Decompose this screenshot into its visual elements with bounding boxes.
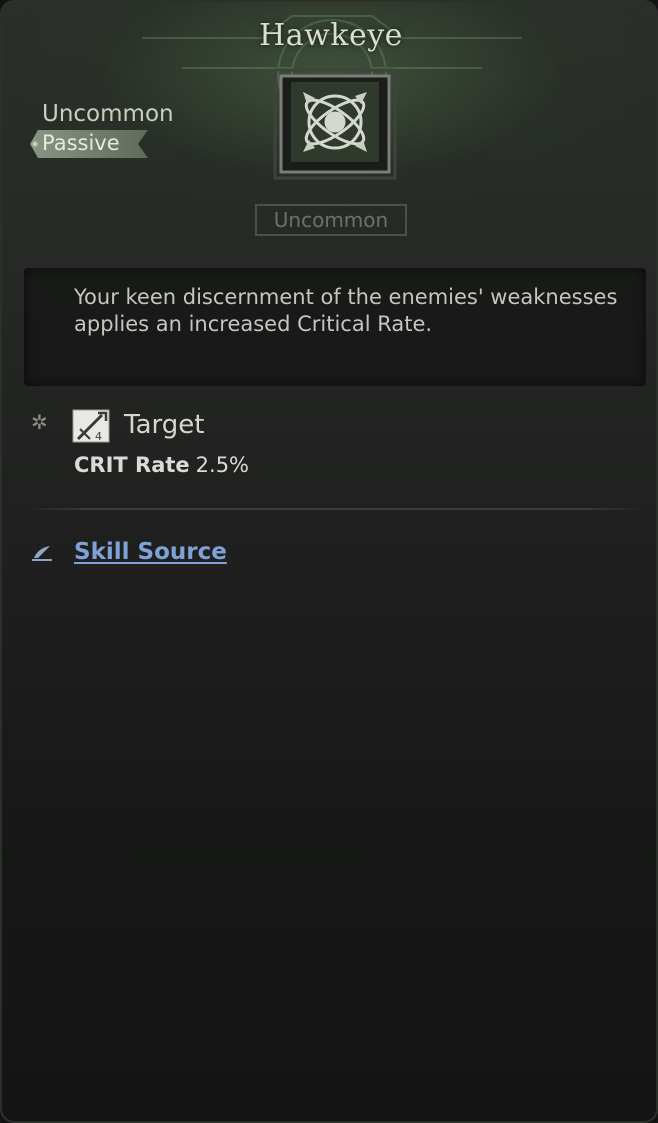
quill-icon: [32, 546, 52, 561]
skill-type-label: Passive: [42, 131, 120, 155]
compass-emblem-icon: [273, 68, 397, 180]
effect-section: ✲ 4 Target CRIT Rate 2.5%: [2, 400, 656, 510]
stat-name: CRIT Rate: [74, 453, 190, 477]
skill-source-link[interactable]: Skill Source: [74, 539, 227, 565]
rarity-label: Uncommon: [42, 101, 174, 127]
skill-source-row: Skill Source: [2, 538, 656, 574]
skill-tooltip-panel: Hawkeye Uncommon Passive Uncommon Your k…: [0, 0, 658, 1123]
stat-value: 2.5%: [195, 453, 250, 477]
stat-line: CRIT Rate 2.5%: [74, 453, 249, 477]
gear-icon: ✲: [31, 410, 48, 434]
description-box: Your keen discernment of the enemies' we…: [24, 268, 646, 386]
effect-target-label: Target: [124, 410, 205, 440]
skill-type-tag: Passive: [30, 130, 148, 158]
skill-description: Your keen discernment of the enemies' we…: [74, 285, 618, 336]
rarity-badge: Uncommon: [255, 204, 407, 236]
svg-text:4: 4: [95, 430, 102, 443]
skill-title: Hawkeye: [259, 18, 403, 53]
target-sword-icon: 4: [72, 409, 110, 443]
section-divider: [24, 508, 646, 510]
